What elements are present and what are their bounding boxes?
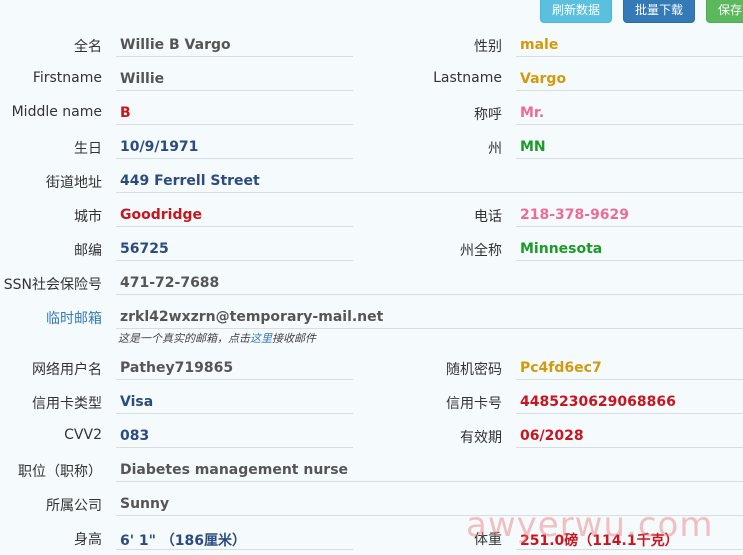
phone-label: 电话: [474, 209, 502, 225]
email-hint-link[interactable]: 这里: [250, 332, 272, 345]
lastname-value[interactable]: Vargo: [520, 71, 566, 87]
temp-email-value[interactable]: zrkl42wxzrn@temporary-mail.net: [120, 309, 383, 325]
street-underline: [116, 192, 743, 193]
fullname-value[interactable]: Willie B Vargo: [120, 37, 231, 53]
username-underline: [116, 379, 353, 380]
cvv-label: CVV2: [64, 427, 102, 443]
email-hint-prefix: 这是一个真实的邮箱，点击: [118, 332, 250, 345]
gender-underline: [516, 56, 743, 57]
expiry-underline: [516, 447, 743, 448]
password-label: 随机密码: [446, 362, 502, 378]
expiry-value[interactable]: 06/2028: [520, 428, 584, 444]
middlename-label: Middle name: [11, 104, 102, 120]
city-underline: [116, 226, 353, 227]
fullname-label: 全名: [74, 39, 102, 55]
password-value[interactable]: Pc4fd6ec7: [520, 360, 602, 376]
title-underline: [516, 124, 743, 125]
gender-label: 性别: [474, 39, 502, 55]
expiry-label: 有效期: [460, 430, 502, 446]
occupation-label: 职位（职称）: [18, 464, 102, 480]
card-type-value[interactable]: Visa: [120, 394, 153, 410]
username-value[interactable]: Pathey719865: [120, 360, 233, 376]
fake-identity-page: 刷新数据 批量下载 保存 全名 Willie B Vargo 性别 male F…: [0, 0, 743, 555]
company-value[interactable]: Sunny: [120, 496, 169, 512]
occupation-underline: [116, 481, 743, 482]
middlename-underline: [116, 124, 353, 125]
street-label: 街道地址: [46, 175, 102, 191]
ssn-label: SSN社会保险号: [3, 277, 102, 293]
middlename-value[interactable]: B: [120, 105, 131, 121]
birthday-value[interactable]: 10/9/1971: [120, 139, 198, 155]
title-label: 称呼: [474, 107, 502, 123]
lastname-underline: [516, 90, 743, 91]
card-number-value[interactable]: 4485230629068866: [520, 394, 676, 410]
company-label: 所属公司: [46, 498, 102, 514]
ssn-value[interactable]: 471-72-7688: [120, 275, 219, 291]
password-underline: [516, 379, 743, 380]
firstname-label: Firstname: [32, 70, 102, 86]
zip-value[interactable]: 56725: [120, 241, 169, 257]
username-label: 网络用户名: [32, 362, 102, 378]
height-label: 身高: [74, 532, 102, 548]
zip-underline: [116, 260, 353, 261]
city-value[interactable]: Goodridge: [120, 207, 202, 223]
refresh-data-button[interactable]: 刷新数据: [540, 0, 612, 23]
state-label: 州: [488, 141, 502, 157]
save-button[interactable]: 保存: [706, 0, 743, 23]
temp-email-link[interactable]: 临时邮箱: [20, 308, 102, 328]
title-value[interactable]: Mr.: [520, 105, 544, 121]
weight-underline: [516, 549, 743, 550]
state-full-underline: [516, 260, 743, 261]
birthday-label: 生日: [74, 141, 102, 157]
phone-value[interactable]: 218-378-9629: [520, 207, 629, 223]
state-full-label: 州全称: [460, 243, 502, 259]
fullname-underline: [116, 56, 353, 57]
occupation-value[interactable]: Diabetes management nurse: [120, 462, 348, 478]
height-underline: [116, 549, 353, 550]
ssn-underline: [116, 294, 743, 295]
cvv-value[interactable]: 083: [120, 428, 149, 444]
street-value[interactable]: 449 Ferrell Street: [120, 173, 260, 189]
state-value[interactable]: MN: [520, 139, 546, 155]
cvv-underline: [116, 447, 353, 448]
card-number-underline: [516, 413, 743, 414]
card-number-label: 信用卡号: [446, 396, 502, 412]
birthday-underline: [116, 158, 353, 159]
state-underline: [516, 158, 743, 159]
card-type-label: 信用卡类型: [32, 396, 102, 412]
height-value[interactable]: 6' 1" （186厘米）: [120, 530, 246, 550]
firstname-underline: [116, 90, 353, 91]
zip-label: 邮编: [74, 243, 102, 259]
gender-value[interactable]: male: [520, 37, 558, 53]
phone-underline: [516, 226, 743, 227]
watermark: awyerwu.com: [466, 505, 714, 545]
card-type-underline: [116, 413, 353, 414]
lastname-label: Lastname: [433, 70, 502, 86]
state-full-value[interactable]: Minnesota: [520, 241, 602, 257]
city-label: 城市: [74, 209, 102, 225]
firstname-value[interactable]: Willie: [120, 71, 164, 87]
email-hint-suffix: 接收邮件: [272, 332, 316, 345]
temp-email-underline: [116, 328, 743, 329]
batch-download-button[interactable]: 批量下载: [623, 0, 695, 23]
email-hint: 这是一个真实的邮箱，点击这里接收邮件: [118, 330, 316, 346]
